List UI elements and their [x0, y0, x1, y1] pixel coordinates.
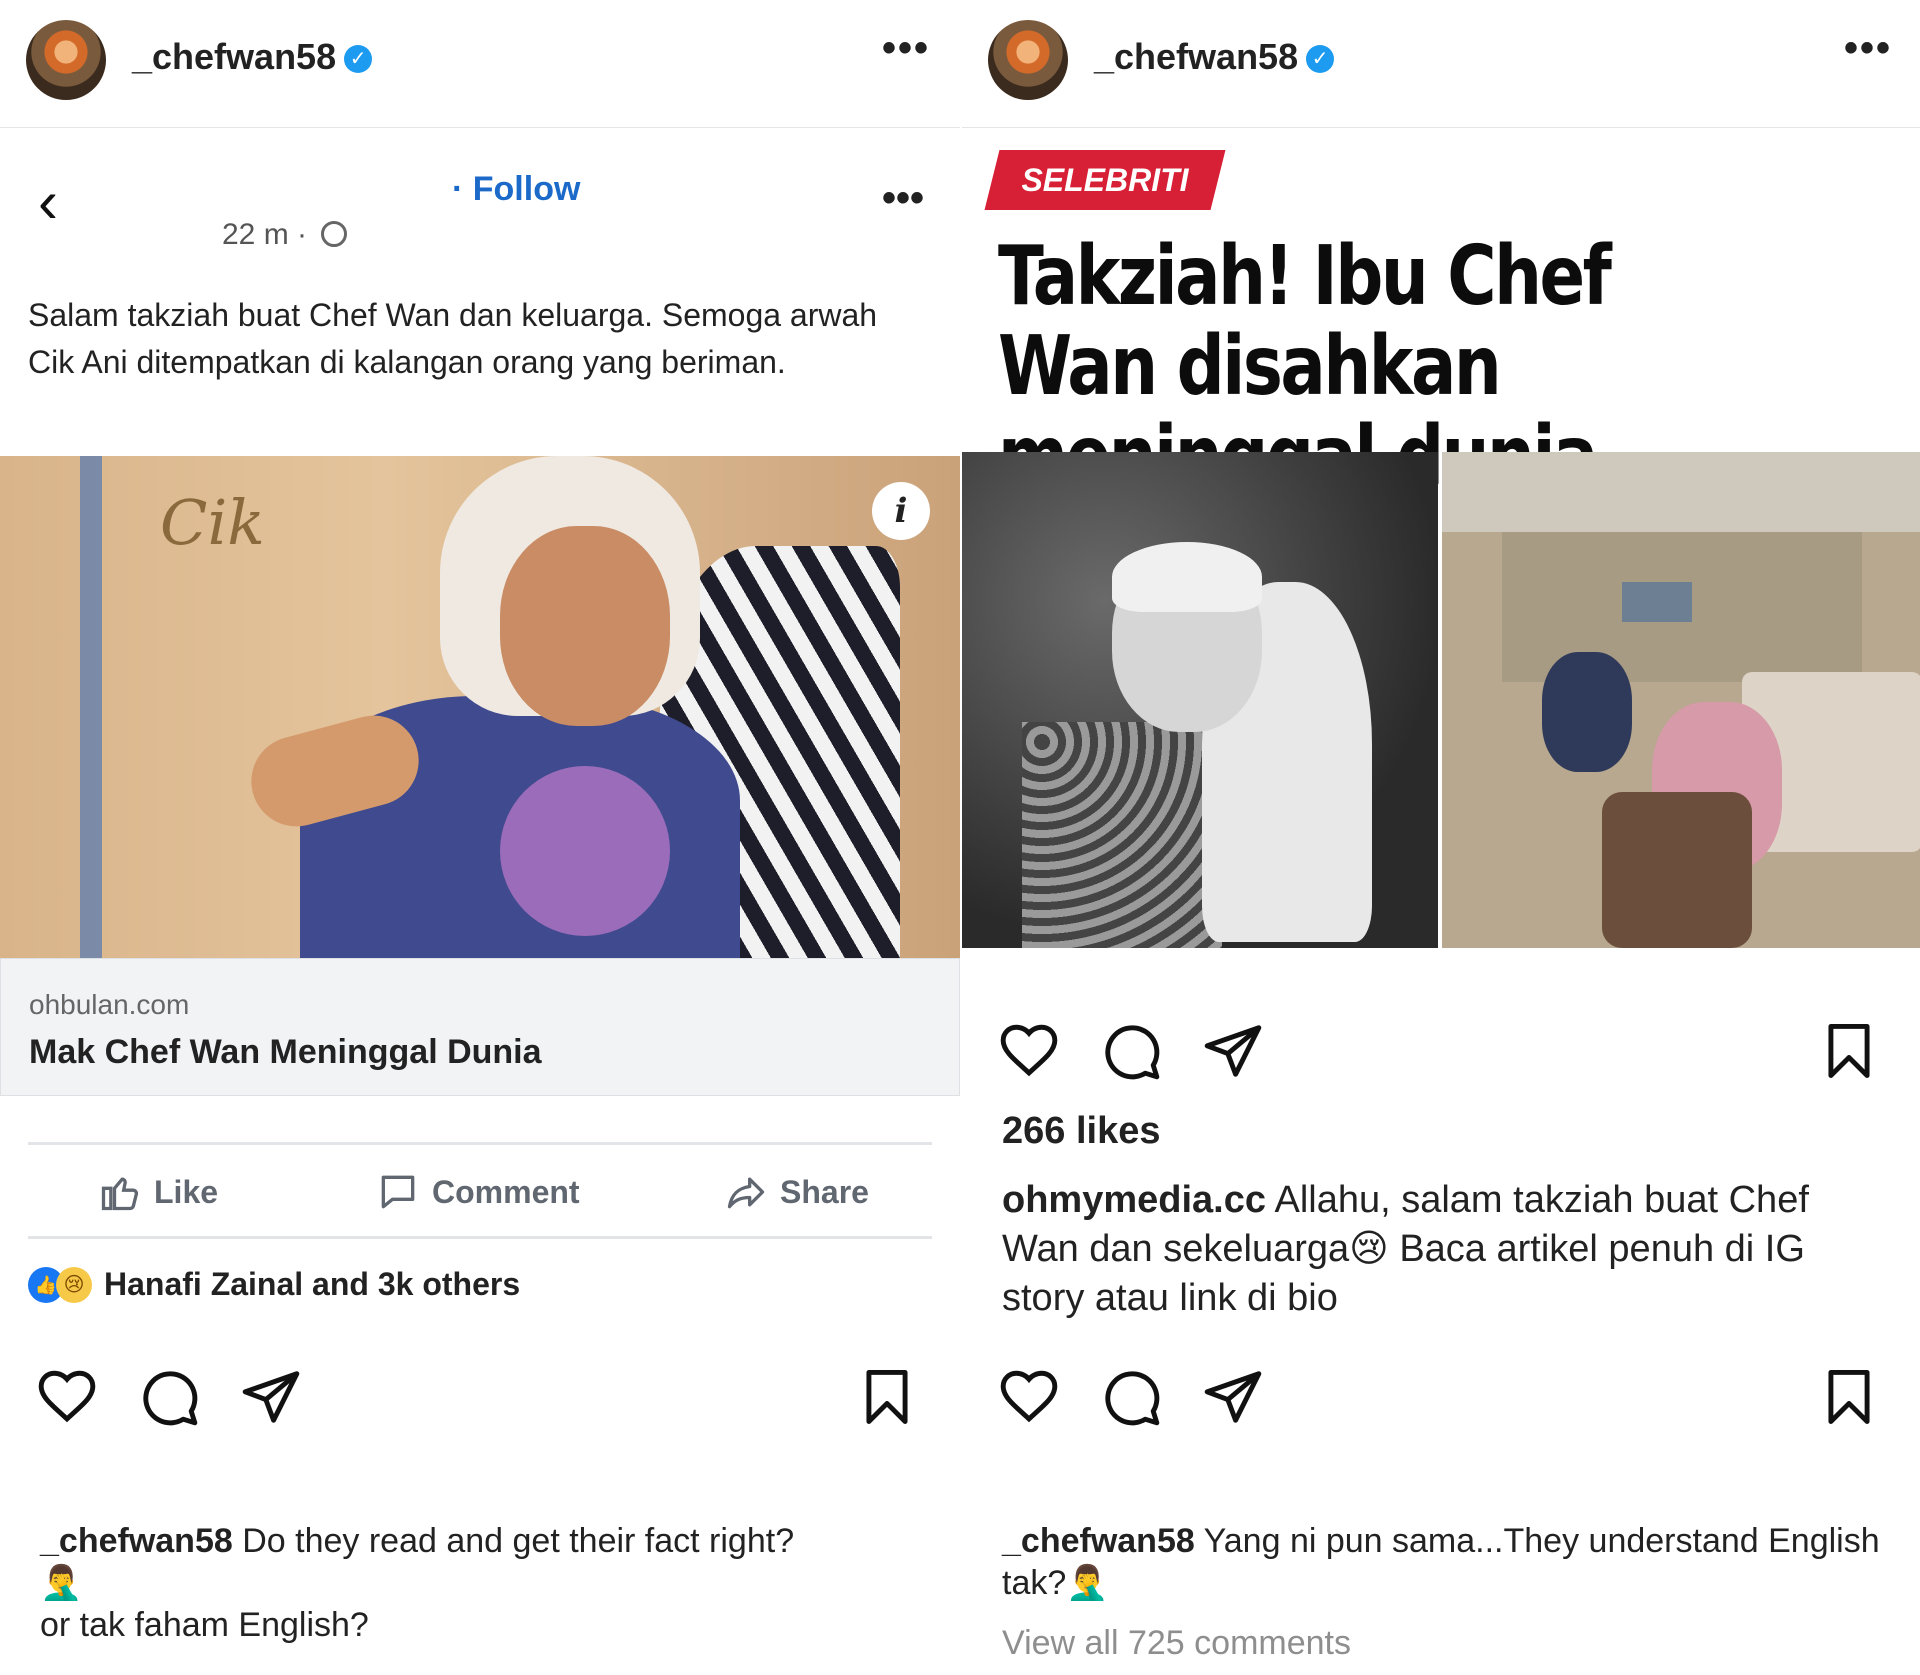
- image-man-hair: [1112, 542, 1262, 612]
- image-face: [500, 526, 670, 726]
- chevron-left-icon[interactable]: ‹: [38, 172, 58, 232]
- comment-bubble-icon[interactable]: [1100, 1020, 1162, 1082]
- post-header: _chefwan58 ✓ •••: [962, 0, 1920, 128]
- ig-action-bar: [962, 1366, 1920, 1436]
- send-icon[interactable]: [240, 1366, 302, 1428]
- username-row[interactable]: _chefwan58 ✓: [132, 36, 373, 78]
- link-preview[interactable]: ohbulan.com Mak Chef Wan Meninggal Dunia: [0, 958, 960, 1096]
- facepalm-emoji: 🤦‍♂️: [40, 1564, 83, 1602]
- bookmark-icon[interactable]: [1818, 1020, 1880, 1082]
- post-time: 22 m ·: [222, 218, 348, 252]
- link-domain: ohbulan.com: [29, 989, 190, 1020]
- category-tag: SELEBRITI: [984, 150, 1226, 210]
- caption-username[interactable]: ohmymedia.cc: [1002, 1179, 1266, 1221]
- thumbs-up-icon: [101, 1177, 139, 1211]
- post-caption: ohmymedia.cc Allahu, salam takziah buat …: [1002, 1176, 1882, 1323]
- image-window: [1622, 582, 1692, 622]
- verified-badge-icon: ✓: [1306, 45, 1335, 73]
- divider: [28, 1142, 932, 1145]
- more-dots-icon[interactable]: •••: [882, 176, 924, 221]
- category-tag-label: SELEBRITI: [1021, 162, 1189, 198]
- news-image-left[interactable]: [962, 452, 1438, 948]
- post-header: _chefwan58 ✓ •••: [0, 0, 960, 128]
- heart-icon[interactable]: [998, 1366, 1060, 1428]
- image-ceiling: [1442, 452, 1920, 532]
- fb-post-text: Salam takziah buat Chef Wan dan keluarga…: [28, 297, 878, 380]
- caption: _chefwan58 Do they read and get their fa…: [40, 1520, 920, 1646]
- username-row[interactable]: _chefwan58 ✓: [1094, 36, 1335, 78]
- share-arrow-icon: [727, 1177, 765, 1209]
- bookmark-icon[interactable]: [856, 1366, 918, 1428]
- fb-action-bar: Like Comment Share: [28, 1150, 932, 1240]
- fb-post-image[interactable]: Cik: [0, 456, 960, 958]
- left-post-panel: _chefwan58 ✓ ••• ‹ · Follow 22 m · ••• Sa…: [0, 0, 960, 1675]
- caption: _chefwan58 Yang ni pun sama...They under…: [1002, 1520, 1882, 1604]
- ig-action-bar: [0, 1366, 960, 1436]
- info-icon[interactable]: i: [872, 482, 930, 540]
- more-dots-icon[interactable]: •••: [882, 26, 930, 71]
- comment-button[interactable]: Comment: [376, 1170, 580, 1214]
- share-label: Share: [780, 1173, 869, 1210]
- image-chair: [1602, 792, 1752, 948]
- caption-text-2: or tak faham English?: [40, 1606, 369, 1644]
- news-image-right[interactable]: [1442, 452, 1920, 948]
- ig-action-bar: [962, 1020, 1920, 1090]
- post-time-text: 22 m ·: [222, 218, 308, 251]
- heart-icon[interactable]: [36, 1366, 98, 1428]
- image-person-1: [1542, 652, 1632, 772]
- caption-username[interactable]: _chefwan58: [1002, 1522, 1195, 1560]
- view-all-comments-link[interactable]: View all 725 comments: [1002, 1624, 1351, 1663]
- like-button[interactable]: Like: [98, 1170, 218, 1214]
- comment-label: Comment: [432, 1173, 580, 1210]
- image-patterned-shirt: [1022, 722, 1222, 948]
- divider: [28, 1236, 932, 1239]
- bookmark-icon[interactable]: [1818, 1366, 1880, 1428]
- caption-username[interactable]: _chefwan58: [40, 1522, 233, 1560]
- globe-icon: [321, 221, 348, 247]
- avatar[interactable]: [988, 20, 1068, 100]
- image-signature: Cik: [160, 486, 265, 559]
- username[interactable]: _chefwan58: [1094, 36, 1298, 77]
- likes-count[interactable]: 266 likes: [1002, 1110, 1160, 1153]
- follow-button[interactable]: · Follow: [452, 170, 580, 209]
- username[interactable]: _chefwan58: [132, 36, 336, 77]
- facepalm-emoji: 🤦‍♂️: [1066, 1564, 1109, 1602]
- verified-badge-icon: ✓: [344, 45, 373, 73]
- crying-emoji: 😢: [1349, 1228, 1389, 1270]
- image-pole: [80, 456, 102, 958]
- more-dots-icon[interactable]: •••: [1844, 26, 1892, 71]
- send-icon[interactable]: [1202, 1366, 1264, 1428]
- avatar[interactable]: [26, 20, 106, 100]
- reactions-summary[interactable]: 👍 😢 Hanafi Zainal and 3k others: [28, 1266, 520, 1303]
- link-title: Mak Chef Wan Meninggal Dunia: [29, 1033, 542, 1071]
- send-icon[interactable]: [1202, 1020, 1264, 1082]
- comment-bubble-icon: [381, 1175, 415, 1209]
- comment-bubble-icon[interactable]: [1100, 1366, 1162, 1428]
- comment-bubble-icon[interactable]: [138, 1366, 200, 1428]
- caption-text: Do they read and get their fact right?: [242, 1522, 795, 1560]
- owl-watermark-icon: [500, 766, 670, 936]
- right-post-panel: _chefwan58 ✓ ••• SELEBRITI Takziah! Ibu C…: [962, 0, 1920, 1675]
- like-label: Like: [154, 1173, 219, 1210]
- reactions-text: Hanafi Zainal and 3k others: [104, 1266, 521, 1302]
- share-button[interactable]: Share: [724, 1170, 869, 1214]
- heart-icon[interactable]: [998, 1020, 1060, 1082]
- sad-reaction-icon: 😢: [56, 1266, 92, 1303]
